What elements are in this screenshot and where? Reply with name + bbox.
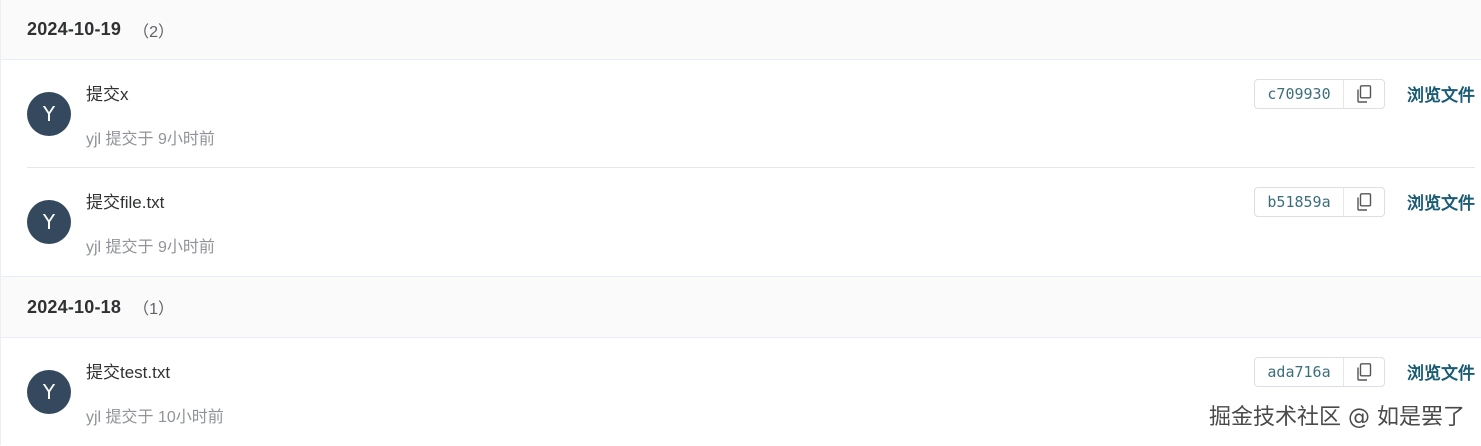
date-group-header: 2024-10-18 （1） bbox=[1, 276, 1481, 338]
commit-meta: yjl 提交于 9小时前 bbox=[86, 239, 215, 256]
commit-row: Y 提交x yjl 提交于 9小时前 c709930 浏览文件 bbox=[1, 60, 1481, 168]
date-group-header: 2024-10-19 （2） bbox=[1, 0, 1481, 60]
browse-files-link[interactable]: 浏览文件 bbox=[1407, 81, 1475, 106]
commit-meta: yjl 提交于 10小时前 bbox=[86, 409, 224, 426]
avatar[interactable]: Y bbox=[27, 200, 71, 244]
watermark: 掘金技术社区 @ 如是罢了 bbox=[1209, 405, 1465, 430]
copy-icon[interactable] bbox=[1344, 80, 1384, 108]
commit-sha[interactable]: c709930 bbox=[1255, 80, 1344, 108]
avatar[interactable]: Y bbox=[27, 370, 71, 414]
commit-sha-box: c709930 bbox=[1254, 79, 1385, 109]
commit-row: Y 提交file.txt yjl 提交于 9小时前 b51859a 浏览文件 bbox=[1, 168, 1481, 276]
commit-title[interactable]: 提交x bbox=[86, 80, 129, 105]
group-count: （2） bbox=[133, 23, 174, 41]
commit-sha-box: ada716a bbox=[1254, 357, 1385, 387]
copy-icon[interactable] bbox=[1344, 358, 1384, 386]
commit-meta: yjl 提交于 9小时前 bbox=[86, 131, 215, 148]
avatar[interactable]: Y bbox=[27, 92, 71, 136]
copy-icon[interactable] bbox=[1344, 188, 1384, 216]
group-date: 2024-10-19 bbox=[27, 19, 122, 39]
group-count: （1） bbox=[133, 301, 174, 318]
commit-sha[interactable]: ada716a bbox=[1255, 358, 1344, 386]
browse-files-link[interactable]: 浏览文件 bbox=[1407, 189, 1475, 214]
commit-sha[interactable]: b51859a bbox=[1255, 188, 1344, 216]
commit-list: 2024-10-19 （2） Y 提交x yjl 提交于 9小时前 c70993… bbox=[0, 0, 1481, 445]
commit-title[interactable]: 提交file.txt bbox=[86, 188, 164, 213]
browse-files-link[interactable]: 浏览文件 bbox=[1407, 359, 1475, 384]
commit-title[interactable]: 提交test.txt bbox=[86, 358, 170, 383]
group-date: 2024-10-18 bbox=[27, 296, 122, 317]
commit-sha-box: b51859a bbox=[1254, 187, 1385, 217]
